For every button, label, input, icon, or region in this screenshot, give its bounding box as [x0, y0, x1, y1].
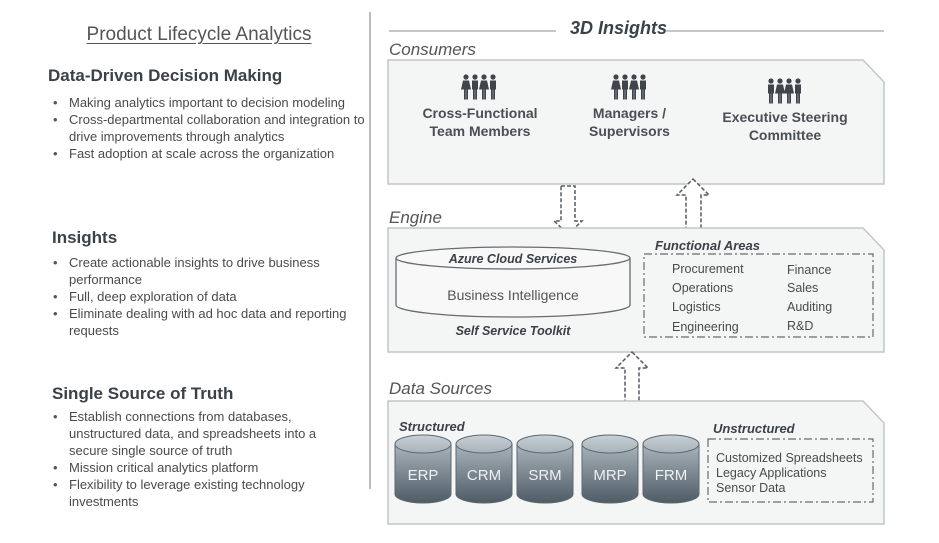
- people-group-icon: [461, 74, 496, 100]
- bullet-item: Establish connections from databases, un…: [48, 408, 352, 459]
- functional-area-item: Operations: [672, 281, 734, 295]
- page-title: Product Lifecycle Analytics: [86, 24, 312, 45]
- column-divider: [369, 12, 371, 489]
- functional-area-item: R&D: [787, 319, 814, 333]
- unstructured-item: Customized Spreadsheets: [716, 451, 863, 465]
- consumer-label-line1: Executive Steering: [722, 109, 848, 125]
- consumer-label-line2: Supervisors: [589, 123, 670, 139]
- database-label: SRM: [528, 467, 562, 484]
- database-label: ERP: [407, 467, 439, 484]
- consumer-executive: Executive Steering Committee: [710, 78, 860, 144]
- bullet-item: Flexibility to leverage existing technol…: [48, 476, 352, 510]
- unstructured-item: Sensor Data: [716, 481, 786, 495]
- section-heading: Single Source of Truth: [52, 384, 234, 403]
- bullet-item: Create actionable insights to drive busi…: [48, 254, 352, 288]
- tier-label-engine: Engine: [389, 208, 442, 227]
- tier-label-consumers: Consumers: [389, 40, 476, 59]
- diagram-title: 3D Insights: [570, 18, 668, 38]
- database-label: CRM: [466, 467, 502, 484]
- section-single-source: Single Source of Truth Establish connect…: [52, 384, 352, 510]
- database-label: MRP: [593, 467, 627, 484]
- consumer-managers: Managers / Supervisors: [562, 74, 697, 140]
- bullet-item: Full, deep exploration of data: [48, 288, 352, 305]
- unstructured-title: Unstructured: [713, 421, 795, 436]
- bullet-item: Fast adoption at scale across the organi…: [48, 145, 368, 162]
- tier-label-data-sources: Data Sources: [389, 379, 492, 398]
- section-data-driven: Data-Driven Decision Making Making analy…: [48, 66, 368, 162]
- people-group-icon: [610, 74, 646, 100]
- bullet-item: Mission critical analytics platform: [48, 459, 352, 476]
- people-group-icon: [768, 78, 801, 104]
- consumer-label-line1: Cross-Functional: [422, 105, 538, 121]
- section-heading: Data-Driven Decision Making: [48, 66, 283, 85]
- platform-top-label: Azure Cloud Services: [448, 252, 578, 266]
- section-insights: Insights Create actionable insights to d…: [52, 228, 352, 339]
- consumer-label-line2: Team Members: [429, 123, 531, 139]
- unstructured-item: Legacy Applications: [716, 466, 827, 480]
- arrow-up-data-to-engine: [614, 350, 650, 403]
- functional-area-item: Finance: [787, 263, 832, 277]
- functional-area-item: Logistics: [672, 300, 721, 314]
- title-rule-left: [389, 30, 556, 32]
- consumer-cross-functional: Cross-Functional Team Members: [410, 74, 550, 140]
- arrow-up-engine-to-consumers: [675, 177, 711, 230]
- bullet-item: Cross-departmental collaboration and int…: [48, 111, 368, 145]
- functional-area-item: Auditing: [787, 300, 833, 314]
- database-label: FRM: [654, 467, 688, 484]
- functional-area-item: Sales: [787, 281, 819, 295]
- functional-area-item: Engineering: [672, 320, 739, 334]
- section-heading: Insights: [52, 228, 118, 247]
- bullet-list: Making analytics important to decision m…: [48, 94, 368, 162]
- bullet-item: Eliminate dealing with ad hoc data and r…: [48, 305, 352, 339]
- structured-title: Structured: [399, 419, 465, 434]
- consumer-label-line1: Managers /: [592, 105, 667, 121]
- bullet-item: Making analytics important to decision m…: [48, 94, 368, 111]
- bullet-list: Establish connections from databases, un…: [48, 408, 352, 510]
- functional-areas-title: Functional Areas: [655, 238, 760, 253]
- title-rule-right: [666, 30, 884, 32]
- bullet-list: Create actionable insights to drive busi…: [48, 254, 352, 339]
- platform-body-label: Business Intelligence: [447, 287, 579, 303]
- consumer-label-line2: Committee: [748, 127, 822, 143]
- functional-area-item: Procurement: [672, 262, 744, 276]
- platform-caption: Self Service Toolkit: [455, 324, 571, 338]
